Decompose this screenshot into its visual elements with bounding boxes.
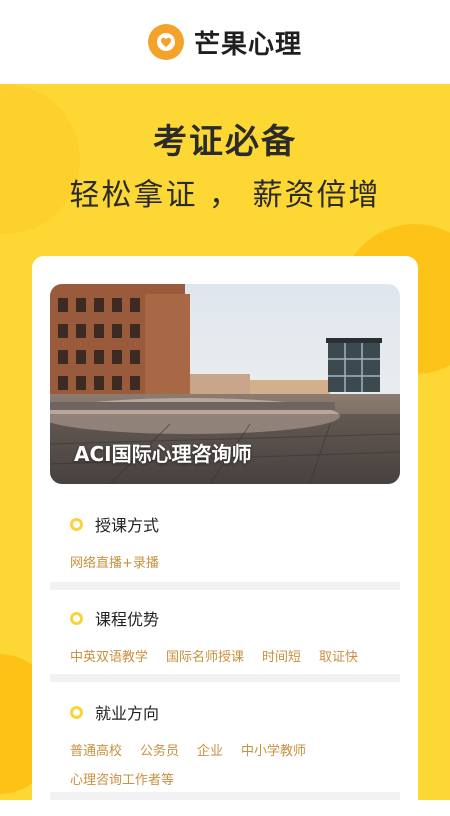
- section-title: 授课方式: [95, 516, 160, 535]
- tag-item: 国际名师授课: [166, 650, 245, 665]
- hero-subtitle: 轻松拿证 ， 薪资倍增: [69, 178, 381, 213]
- divider: [50, 582, 400, 590]
- tag-item: 普通高校: [70, 744, 123, 759]
- section-course-advantages: 课程优势 中英双语教学 国际名师授课 时间短 取证快: [50, 606, 400, 665]
- divider: [50, 792, 400, 800]
- section-career-directions: 就业方向 普通高校 公务员 企业 中小学教师 心理咨询工作者等: [50, 700, 400, 788]
- tag-item: 企业: [197, 744, 224, 759]
- divider: [50, 674, 400, 682]
- tag-item: 公务员: [140, 744, 180, 759]
- section-title: 就业方向: [95, 704, 160, 723]
- tag-item: 中小学教师: [241, 744, 307, 759]
- app-title: 芒果心理: [193, 29, 302, 60]
- course-photo: ACI国际心理咨询师: [50, 284, 400, 484]
- section-title: 课程优势: [95, 610, 160, 629]
- bullet-dot-icon: [70, 705, 83, 719]
- tag-item: 取证快: [319, 650, 359, 665]
- course-title: ACI国际心理咨询师: [74, 442, 252, 466]
- tag-item: 时间短: [262, 650, 302, 665]
- hero-title: 考证必备: [153, 122, 297, 162]
- section-teaching-method: 授课方式 网络直播+录播: [50, 512, 400, 571]
- course-card[interactable]: ACI国际心理咨询师 授课方式 网络直播+录播 课程优势 中英双语教学 国际名师…: [32, 256, 418, 816]
- tag-item: 心理咨询工作者等: [70, 773, 175, 788]
- tag-item: 中英双语教学: [70, 650, 149, 665]
- app-header: 芒果心理: [0, 0, 450, 84]
- bullet-dot-icon: [70, 611, 83, 625]
- app-logo: 芒果心理: [147, 24, 302, 61]
- tag-item: 网络直播+录播: [70, 556, 159, 571]
- bullet-dot-icon: [70, 517, 83, 531]
- mango-heart-icon: [147, 24, 184, 60]
